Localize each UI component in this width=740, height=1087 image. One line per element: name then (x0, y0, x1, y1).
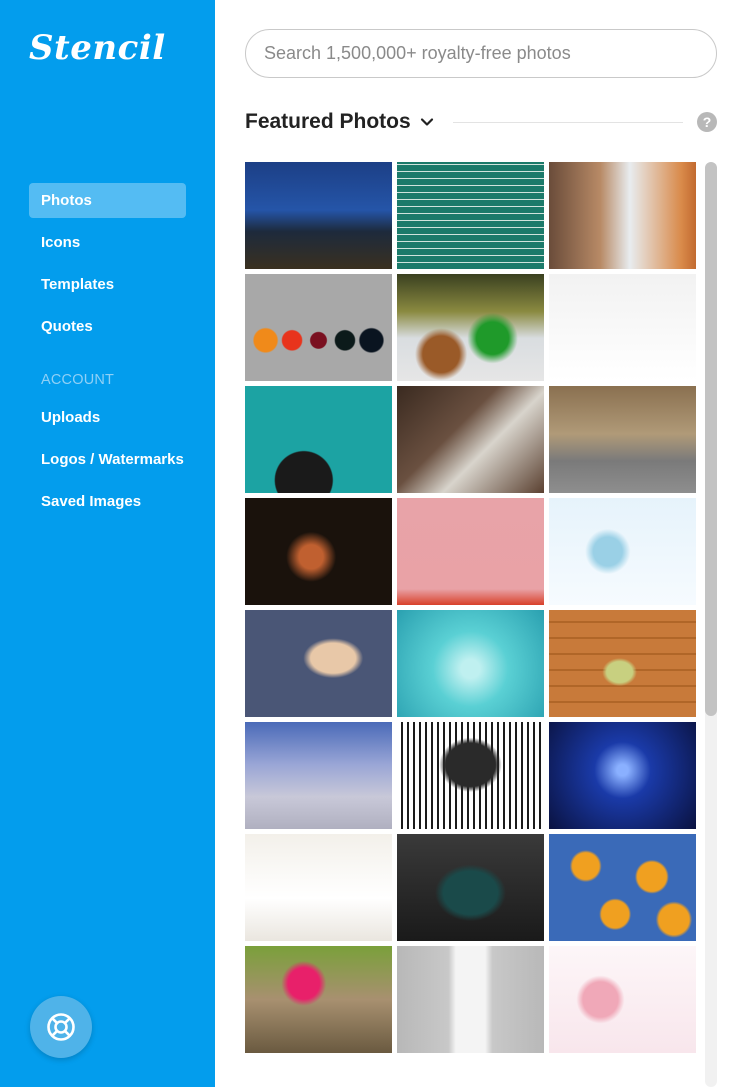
sidebar-nav: Photos Icons Templates Quotes ACCOUNT Up… (29, 183, 186, 526)
photo-thumbnail[interactable] (397, 946, 544, 1053)
photo-thumbnail[interactable] (397, 162, 544, 269)
section-header: Featured Photos ? (245, 108, 717, 136)
photo-thumbnail[interactable] (397, 834, 544, 941)
photo-thumbnail[interactable] (549, 386, 696, 493)
photo-thumbnail[interactable] (397, 386, 544, 493)
sidebar-item-templates[interactable]: Templates (29, 267, 186, 302)
photo-thumbnail[interactable] (549, 162, 696, 269)
chevron-down-icon[interactable] (419, 114, 435, 130)
photo-thumbnail[interactable] (397, 274, 544, 381)
help-button[interactable] (30, 996, 92, 1058)
search-input[interactable] (245, 29, 717, 78)
sidebar-item-quotes[interactable]: Quotes (29, 309, 186, 344)
photo-thumbnail[interactable] (245, 274, 392, 381)
photo-thumbnail[interactable] (549, 274, 696, 381)
photo-thumbnail[interactable] (245, 386, 392, 493)
scrollbar-thumb[interactable] (705, 162, 717, 716)
photo-thumbnail[interactable] (245, 610, 392, 717)
photo-thumbnail[interactable] (397, 610, 544, 717)
photo-thumbnail[interactable] (549, 722, 696, 829)
photo-thumbnail[interactable] (549, 834, 696, 941)
photo-thumbnail[interactable] (245, 722, 392, 829)
sidebar-item-uploads[interactable]: Uploads (29, 400, 186, 435)
account-heading: ACCOUNT (41, 372, 115, 388)
photo-thumbnail[interactable] (549, 610, 696, 717)
photo-thumbnail[interactable] (397, 722, 544, 829)
section-divider (452, 121, 683, 123)
photo-thumbnail[interactable] (245, 498, 392, 605)
photo-thumbnail[interactable] (549, 498, 696, 605)
photo-thumbnail[interactable] (397, 498, 544, 605)
sidebar-item-saved-images[interactable]: Saved Images (29, 484, 186, 519)
sidebar-item-icons[interactable]: Icons (29, 225, 186, 260)
photo-thumbnail[interactable] (549, 946, 696, 1053)
photo-thumbnail[interactable] (245, 162, 392, 269)
stencil-logo[interactable]: Stencil (29, 28, 166, 68)
sidebar-item-photos[interactable]: Photos (29, 183, 186, 218)
help-question-icon[interactable]: ? (697, 112, 717, 132)
featured-photos-dropdown[interactable]: Featured Photos (245, 110, 411, 134)
sidebar: Stencil Photos Icons Templates Quotes AC… (0, 0, 215, 1087)
lifebuoy-icon (47, 1013, 75, 1041)
photo-grid (245, 162, 696, 1053)
photo-thumbnail[interactable] (245, 834, 392, 941)
sidebar-item-logos-watermarks[interactable]: Logos / Watermarks (29, 442, 186, 477)
photo-thumbnail[interactable] (245, 946, 392, 1053)
